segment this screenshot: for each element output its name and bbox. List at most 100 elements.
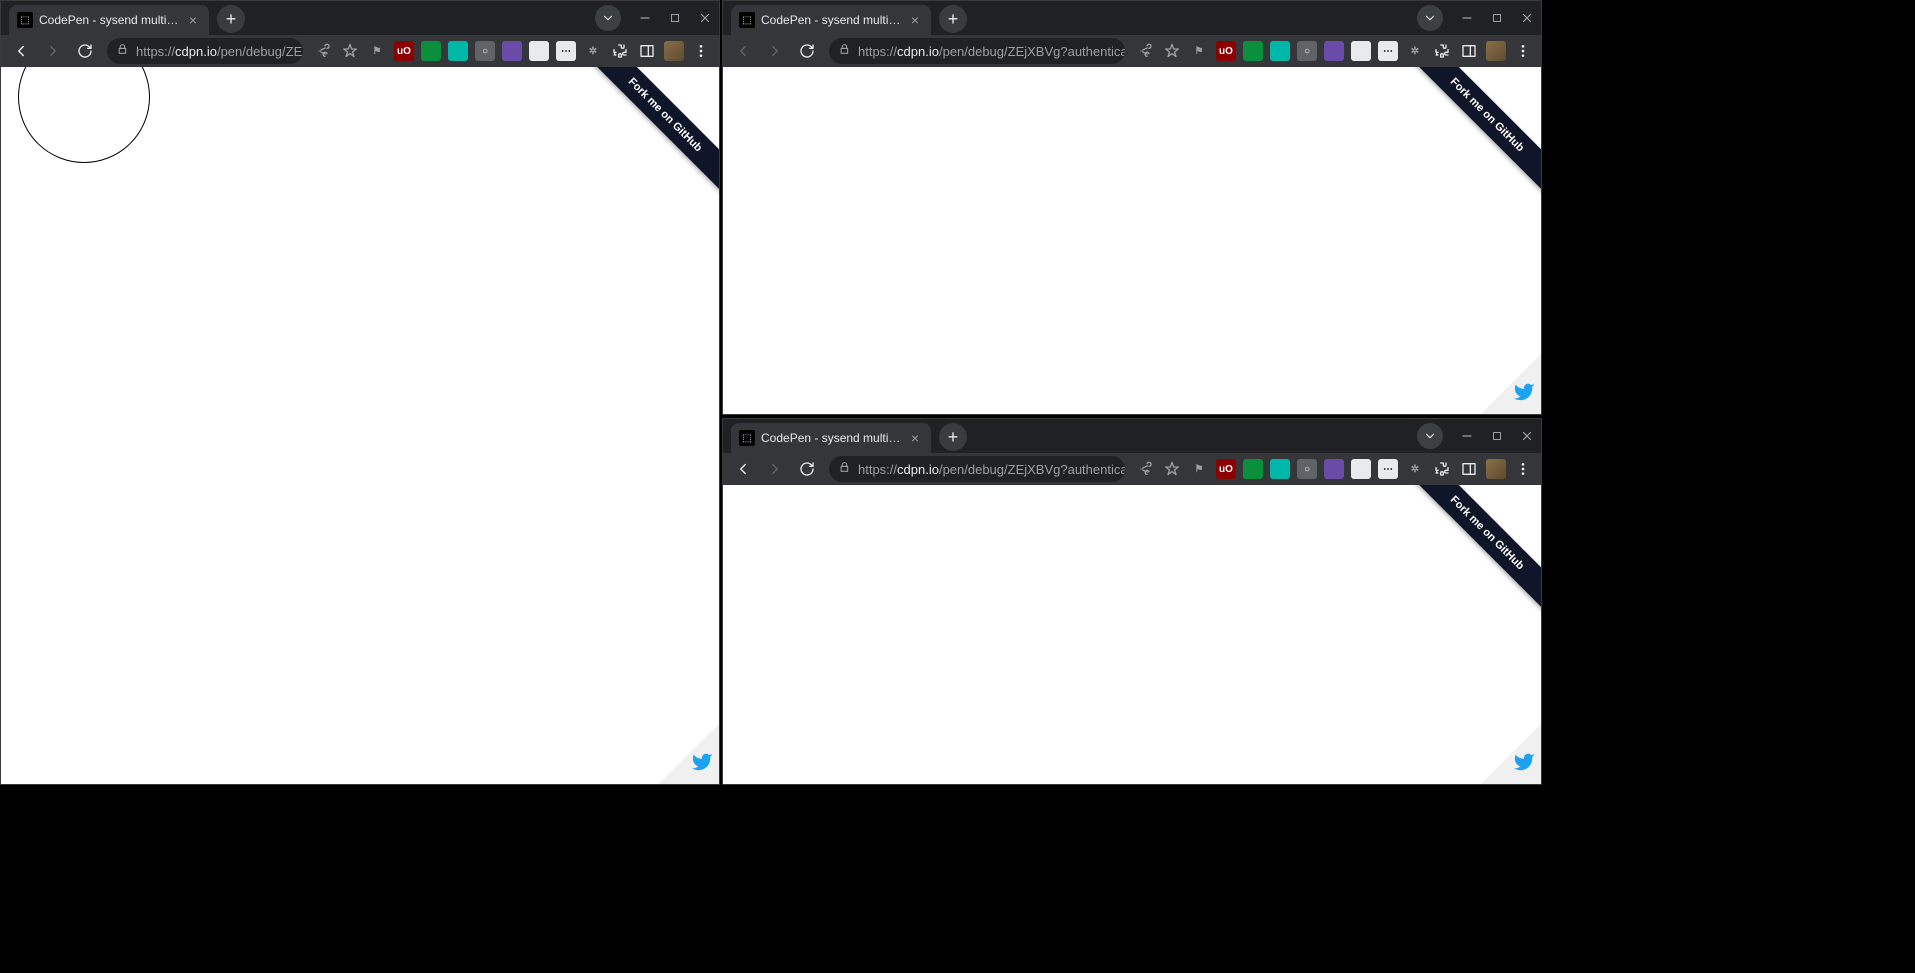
tab-strip: ⬚ CodePen - sysend multi-window × +: [1, 1, 719, 35]
fork-ribbon[interactable]: Fork me on GitHub: [1391, 67, 1541, 217]
forward-button[interactable]: [39, 37, 67, 65]
new-tab-button[interactable]: +: [939, 5, 967, 33]
extensions-button[interactable]: [1430, 39, 1454, 63]
flag-icon[interactable]: ⚑: [1187, 457, 1211, 481]
ublock-icon[interactable]: uO: [392, 39, 416, 63]
close-window-button[interactable]: [691, 4, 719, 32]
toolbar: https://cdpn.io/pen/debug/ZEj... ⚑uO ○ ⋯✲: [1, 35, 719, 67]
share-button[interactable]: [311, 39, 335, 63]
menu-button[interactable]: [1511, 39, 1535, 63]
tab-title: CodePen - sysend multi-window: [39, 13, 179, 27]
ext-white2-icon[interactable]: ⋯: [554, 39, 578, 63]
ext-camera-icon[interactable]: ○: [473, 39, 497, 63]
ext-purple-icon[interactable]: [1322, 457, 1346, 481]
minimize-button[interactable]: [1453, 422, 1481, 450]
profile-avatar[interactable]: [1484, 457, 1508, 481]
address-bar[interactable]: https://cdpn.io/pen/debug/ZEjXBVg?authen…: [829, 38, 1125, 64]
reload-button[interactable]: [793, 455, 821, 483]
ext-gear-icon[interactable]: ✲: [1403, 457, 1427, 481]
ext-white1-icon[interactable]: [1349, 39, 1373, 63]
address-bar[interactable]: https://cdpn.io/pen/debug/ZEjXBVg?authen…: [829, 456, 1125, 482]
codepen-favicon-icon: ⬚: [739, 430, 755, 446]
twitter-corner[interactable]: [1481, 724, 1541, 784]
page-viewport[interactable]: Fork me on GitHub: [723, 67, 1541, 414]
ext-green1-icon[interactable]: [419, 39, 443, 63]
browser-window: ⬚ CodePen - sysend multi-window × + http…: [722, 0, 1542, 415]
tab-strip: ⬚ CodePen - sysend multi-window × +: [723, 1, 1541, 35]
menu-button[interactable]: [1511, 457, 1535, 481]
forward-button[interactable]: [761, 455, 789, 483]
ext-camera-icon[interactable]: ○: [1295, 39, 1319, 63]
address-bar[interactable]: https://cdpn.io/pen/debug/ZEj...: [107, 38, 303, 64]
page-viewport[interactable]: Fork me on GitHub: [723, 485, 1541, 784]
fork-ribbon[interactable]: Fork me on GitHub: [1391, 485, 1541, 635]
back-button[interactable]: [729, 455, 757, 483]
twitter-corner[interactable]: [659, 724, 719, 784]
share-button[interactable]: [1133, 457, 1157, 481]
ext-green1-icon[interactable]: [1241, 39, 1265, 63]
ext-green1-icon[interactable]: [1241, 457, 1265, 481]
profile-avatar[interactable]: [1484, 39, 1508, 63]
side-panel-button[interactable]: [1457, 39, 1481, 63]
menu-button[interactable]: [689, 39, 713, 63]
side-panel-button[interactable]: [635, 39, 659, 63]
close-window-button[interactable]: [1513, 4, 1541, 32]
forward-button[interactable]: [761, 37, 789, 65]
browser-tab[interactable]: ⬚ CodePen - sysend multi-window ×: [731, 5, 931, 35]
ext-purple-icon[interactable]: [500, 39, 524, 63]
extensions-button[interactable]: [1430, 457, 1454, 481]
ext-gear-icon[interactable]: ✲: [581, 39, 605, 63]
tab-close-button[interactable]: ×: [907, 430, 923, 446]
minimize-button[interactable]: [631, 4, 659, 32]
back-button[interactable]: [7, 37, 35, 65]
side-panel-button[interactable]: [1457, 457, 1481, 481]
bookmark-button[interactable]: [338, 39, 362, 63]
flag-icon[interactable]: ⚑: [365, 39, 389, 63]
search-tabs-button[interactable]: [595, 5, 621, 31]
ext-teal-icon[interactable]: [1268, 39, 1292, 63]
minimize-button[interactable]: [1453, 4, 1481, 32]
twitter-corner[interactable]: [1481, 354, 1541, 414]
ext-white2-icon[interactable]: ⋯: [1376, 457, 1400, 481]
ext-white1-icon[interactable]: [527, 39, 551, 63]
ublock-icon[interactable]: uO: [1214, 457, 1238, 481]
window-controls: [595, 1, 719, 35]
ext-white2-icon[interactable]: ⋯: [1376, 39, 1400, 63]
close-window-button[interactable]: [1513, 422, 1541, 450]
reload-button[interactable]: [71, 37, 99, 65]
bookmark-button[interactable]: [1160, 39, 1184, 63]
search-tabs-button[interactable]: [1417, 423, 1443, 449]
ext-teal-icon[interactable]: [1268, 457, 1292, 481]
share-button[interactable]: [1133, 39, 1157, 63]
browser-tab[interactable]: ⬚ CodePen - sysend multi-window ×: [9, 5, 209, 35]
new-tab-button[interactable]: +: [217, 5, 245, 33]
reload-button[interactable]: [793, 37, 821, 65]
maximize-button[interactable]: [1483, 422, 1511, 450]
ext-purple-icon[interactable]: [1322, 39, 1346, 63]
ublock-icon[interactable]: uO: [1214, 39, 1238, 63]
lock-icon: [117, 43, 130, 59]
search-tabs-button[interactable]: [1417, 5, 1443, 31]
toolbar: https://cdpn.io/pen/debug/ZEjXBVg?authen…: [723, 453, 1541, 485]
ext-white1-icon[interactable]: [1349, 457, 1373, 481]
extensions-button[interactable]: [608, 39, 632, 63]
bookmark-button[interactable]: [1160, 457, 1184, 481]
fork-ribbon[interactable]: Fork me on GitHub: [569, 67, 719, 217]
lock-icon: [839, 461, 852, 477]
browser-tab[interactable]: ⬚ CodePen - sysend multi-window ×: [731, 423, 931, 453]
new-tab-button[interactable]: +: [939, 423, 967, 451]
toolbar-actions: ⚑uO ○ ⋯✲: [1133, 39, 1535, 63]
flag-icon[interactable]: ⚑: [1187, 39, 1211, 63]
page-viewport[interactable]: Fork me on GitHub: [1, 67, 719, 784]
tab-strip: ⬚ CodePen - sysend multi-window × +: [723, 419, 1541, 453]
back-button[interactable]: [729, 37, 757, 65]
tab-close-button[interactable]: ×: [185, 12, 201, 28]
ext-teal-icon[interactable]: [446, 39, 470, 63]
maximize-button[interactable]: [661, 4, 689, 32]
twitter-icon: [1513, 381, 1535, 408]
profile-avatar[interactable]: [662, 39, 686, 63]
tab-close-button[interactable]: ×: [907, 12, 923, 28]
maximize-button[interactable]: [1483, 4, 1511, 32]
ext-gear-icon[interactable]: ✲: [1403, 39, 1427, 63]
ext-camera-icon[interactable]: ○: [1295, 457, 1319, 481]
